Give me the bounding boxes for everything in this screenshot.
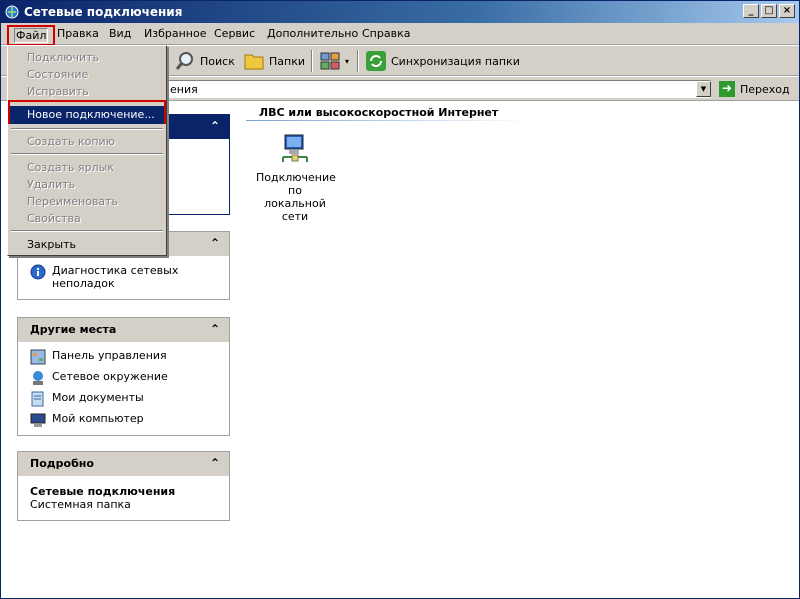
folders-icon xyxy=(244,54,264,70)
details-name: Сетевые подключения xyxy=(30,485,176,498)
place-control-panel[interactable]: Панель управления xyxy=(30,349,217,365)
collapse-icon[interactable]: ⌃ xyxy=(210,119,220,133)
details-pane: Подробно ⌃ Сетевые подключения Системная… xyxy=(17,451,230,521)
search-button[interactable]: Поиск xyxy=(174,49,235,73)
go-button[interactable]: ➜ Переход xyxy=(719,80,790,98)
my-computer-icon xyxy=(30,413,46,427)
window: Сетевые подключения _ □ × Файл Правка Ви… xyxy=(0,0,800,599)
menu-item-copy[interactable]: Создать копию xyxy=(10,133,164,150)
views-icon xyxy=(320,52,340,70)
menu-item-connect[interactable]: Подключить xyxy=(10,49,164,66)
folders-button[interactable]: Папки xyxy=(243,49,305,73)
menu-advanced[interactable]: Дополнительно xyxy=(267,27,358,40)
my-documents-icon xyxy=(31,391,44,407)
place-network-neighborhood[interactable]: Сетевое окружение xyxy=(30,370,217,386)
menu-item-rename[interactable]: Переименовать xyxy=(10,193,164,210)
menu-tools[interactable]: Сервис xyxy=(214,27,255,40)
details-type: Системная папка xyxy=(30,498,131,511)
menu-help[interactable]: Справка xyxy=(362,27,410,40)
group-divider xyxy=(246,120,531,121)
menu-view[interactable]: Вид xyxy=(109,27,131,40)
place-my-documents[interactable]: Мои документы xyxy=(30,391,217,407)
collapse-icon[interactable]: ⌃ xyxy=(210,322,220,336)
menu-separator xyxy=(11,128,163,130)
menu-favorites[interactable]: Избранное xyxy=(144,27,206,40)
sync-button[interactable]: Синхронизация папки xyxy=(365,49,520,73)
menu-bar: Файл Правка Вид Избранное Сервис Дополни… xyxy=(1,23,799,46)
group-header: ЛВС или высокоскоростной Интернет xyxy=(259,106,499,119)
place-my-computer[interactable]: Мой компьютер xyxy=(30,412,217,428)
minimize-button[interactable]: _ xyxy=(743,4,759,18)
lan-connection-label: Подключение по локальной сети xyxy=(256,171,336,223)
maximize-button[interactable]: □ xyxy=(761,4,777,18)
menu-item-status[interactable]: Состояние xyxy=(10,66,164,83)
window-title: Сетевые подключения xyxy=(24,5,183,19)
address-dropdown-button[interactable]: ▼ xyxy=(696,81,711,97)
sync-icon xyxy=(366,51,386,71)
task-diagnose[interactable]: Диагностика сетевых неполадок xyxy=(30,264,217,290)
menu-separator xyxy=(11,230,163,232)
other-places-header[interactable]: Другие места ⌃ xyxy=(18,318,229,342)
menu-item-new-connection[interactable]: Новое подключение... xyxy=(10,106,164,124)
menu-file[interactable]: Файл xyxy=(7,25,56,46)
info-icon xyxy=(30,264,46,280)
menu-item-properties[interactable]: Свойства xyxy=(10,210,164,227)
lan-connection[interactable]: Подключение по локальной сети xyxy=(256,133,336,223)
details-header[interactable]: Подробно ⌃ xyxy=(18,452,229,476)
file-menu: Подключить Состояние Исправить Новое под… xyxy=(7,45,167,256)
other-places-pane: Другие места ⌃ Панель управления Сетевое… xyxy=(17,317,230,436)
menu-item-close[interactable]: Закрыть xyxy=(10,236,164,253)
collapse-icon[interactable]: ⌃ xyxy=(210,456,220,470)
network-places-icon xyxy=(33,371,43,385)
control-panel-icon xyxy=(30,349,46,365)
menu-item-delete[interactable]: Удалить xyxy=(10,176,164,193)
network-connections-icon xyxy=(5,5,19,19)
lan-connection-icon xyxy=(282,134,308,162)
menu-edit[interactable]: Правка xyxy=(57,27,99,40)
collapse-icon[interactable]: ⌃ xyxy=(210,236,220,250)
address-input[interactable]: ения xyxy=(166,80,711,98)
menu-item-repair[interactable]: Исправить xyxy=(10,83,164,100)
toolbar-separator xyxy=(357,50,359,72)
toolbar-separator xyxy=(311,50,313,72)
search-icon xyxy=(175,52,193,70)
views-button[interactable]: ▾ xyxy=(319,49,349,73)
title-bar[interactable]: Сетевые подключения _ □ × xyxy=(1,1,799,23)
arrow-right-icon: ➜ xyxy=(719,81,735,97)
close-button[interactable]: × xyxy=(779,4,795,18)
chevron-down-icon: ▾ xyxy=(345,56,350,66)
menu-separator xyxy=(11,153,163,155)
menu-item-shortcut[interactable]: Создать ярлык xyxy=(10,159,164,176)
